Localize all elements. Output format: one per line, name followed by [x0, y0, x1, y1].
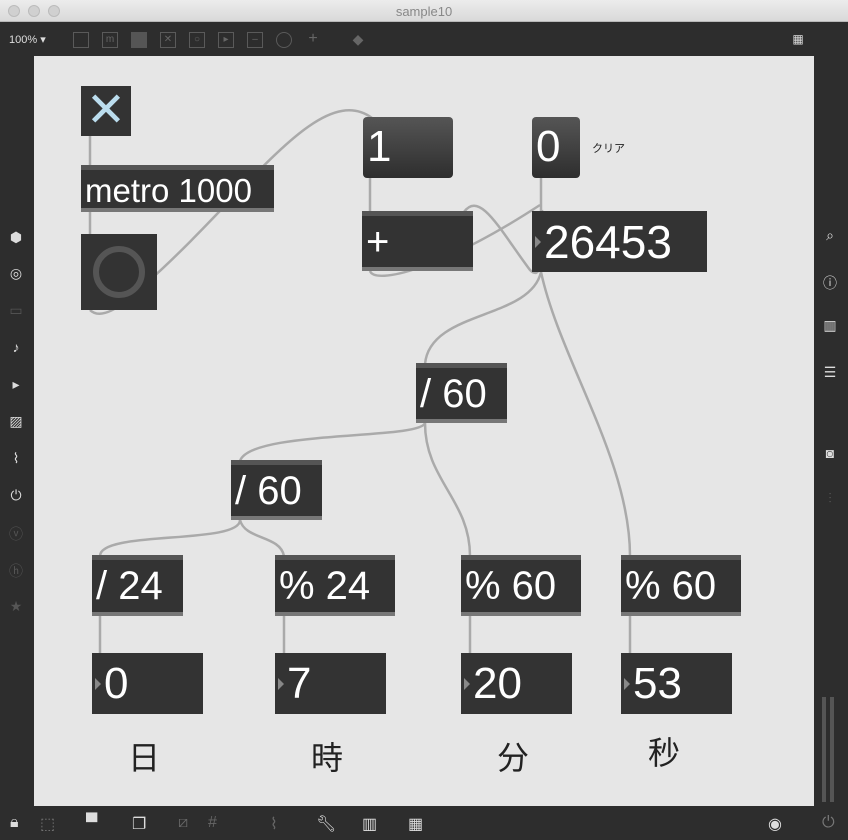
paint-bucket-icon[interactable]: ◆ [350, 32, 366, 48]
minutes-number[interactable]: 20 [461, 653, 572, 714]
hours-label: 時 [311, 740, 344, 776]
x-icon: ✕ [85, 86, 127, 136]
image-icon[interactable]: ▨ [6, 413, 26, 430]
toggle-icon[interactable]: ✕ [160, 32, 176, 48]
toggle[interactable]: ✕ [81, 86, 131, 136]
object-text: / 60 [235, 469, 302, 513]
music-note-icon[interactable]: ♪ [6, 339, 26, 355]
target-icon[interactable]: ◎ [6, 265, 26, 282]
triangle-icon [95, 677, 101, 690]
add-icon[interactable]: + [305, 31, 321, 48]
object-text: / 60 [420, 372, 487, 416]
counter-number[interactable]: 26453 [532, 211, 707, 272]
days-label: 日 [128, 740, 161, 776]
grid-icon[interactable]: # [208, 814, 217, 832]
window-title: sample10 [395, 4, 453, 19]
triangle-icon [278, 677, 284, 690]
message-text: 1 [367, 122, 392, 171]
mixer-icon[interactable]: ⫶ [820, 490, 840, 507]
object-box-icon[interactable] [73, 32, 89, 48]
object-text: % 60 [465, 564, 557, 608]
presentation-select-icon[interactable]: ⬚ [40, 814, 55, 834]
audio-play-icon[interactable]: ◉ [768, 814, 782, 834]
button-icon[interactable]: ○ [189, 32, 205, 48]
triangle-icon [464, 677, 470, 690]
level-meter [830, 697, 834, 802]
layers-icon[interactable]: ❐ [132, 814, 146, 834]
slider-icon[interactable]: – [247, 32, 263, 48]
triangle-icon [535, 235, 541, 248]
divide-60-object[interactable]: / 60 [416, 363, 507, 423]
presentation-icon[interactable]: ▀ [86, 814, 97, 832]
number-value: 20 [473, 659, 522, 708]
book-icon[interactable]: ▥ [820, 317, 840, 334]
hours-number[interactable]: 7 [275, 653, 386, 714]
comment-icon[interactable] [131, 32, 147, 48]
days-number[interactable]: 0 [92, 653, 203, 714]
clear-comment: クリア [592, 143, 625, 155]
zoom-level: 100% [9, 34, 38, 46]
list-icon[interactable]: ☰ [820, 364, 840, 381]
plus-object[interactable]: + [362, 211, 473, 271]
circle-icon [93, 246, 145, 298]
bang-button[interactable] [81, 234, 157, 310]
minutes-label: 分 [497, 740, 530, 776]
number-value: 26453 [544, 216, 672, 268]
modulo-24-object[interactable]: % 24 [275, 555, 395, 616]
plug-icon[interactable]: ⏻ [6, 487, 26, 504]
snap-icon[interactable]: ⧄ [178, 814, 188, 832]
message-one[interactable]: 1 [363, 117, 453, 178]
zoom-level-dropdown[interactable]: 100% ▾ [9, 33, 46, 46]
play-icon[interactable]: ▸ [218, 32, 234, 48]
modulo-60-object[interactable]: % 60 [461, 555, 581, 616]
package-icon[interactable]: ⬢ [6, 229, 26, 246]
media-icon[interactable]: ▸ [6, 376, 26, 393]
number-value: 53 [633, 659, 682, 708]
dial-icon[interactable] [276, 32, 292, 48]
toolbar: 100% ▾ m ✕ ○ ▸ – + ◆ ▦ [0, 22, 848, 56]
message-box-icon[interactable]: m [102, 32, 118, 48]
film-icon[interactable]: ▭ [6, 302, 26, 319]
info-icon[interactable]: ⓘ [820, 273, 840, 293]
level-meter [822, 697, 826, 802]
h-icon[interactable]: ⓗ [6, 561, 26, 581]
number-value: 0 [104, 659, 129, 708]
grid-view-icon[interactable]: ▦ [790, 32, 806, 48]
object-text: / 24 [96, 564, 163, 608]
message-zero[interactable]: 0 [532, 117, 580, 178]
piano-icon[interactable]: ▥ [362, 814, 377, 834]
divide-60-object[interactable]: / 60 [231, 460, 322, 520]
seconds-label: 秒 [648, 735, 681, 771]
keyboard-icon[interactable]: ▦ [408, 814, 423, 834]
bottom-toolbar: 🔒︎ ⬚ ▀ ❐ ⧄ # ⌇ 🔧︎ ▥ ▦ ◉ ⏻ [0, 806, 848, 840]
modulo-60-object[interactable]: % 60 [621, 555, 741, 616]
divide-24-object[interactable]: / 24 [92, 555, 183, 616]
message-text: 0 [536, 122, 561, 171]
object-text: metro 1000 [85, 172, 252, 209]
metro-object[interactable]: metro 1000 [81, 165, 274, 212]
camera-icon[interactable]: ◙ [820, 445, 840, 461]
seconds-number[interactable]: 53 [621, 653, 732, 714]
object-text: % 24 [279, 564, 371, 608]
object-text: + [366, 220, 390, 264]
power-icon[interactable]: ⏻ [822, 814, 835, 832]
number-value: 7 [287, 659, 312, 708]
wrench-icon[interactable]: 🔧︎ [316, 814, 336, 834]
lock-icon[interactable]: 🔒︎ [10, 814, 19, 832]
v-icon[interactable]: ⓥ [6, 524, 26, 544]
triangle-icon [624, 677, 630, 690]
search-icon[interactable]: ⌕ [820, 227, 840, 244]
object-text: % 60 [625, 564, 717, 608]
add-clip-icon[interactable]: ⌇ [270, 814, 278, 834]
paperclip-icon[interactable]: ⌇ [6, 450, 26, 467]
star-icon[interactable]: ★ [6, 598, 26, 615]
title-bar: sample10 [0, 0, 848, 22]
